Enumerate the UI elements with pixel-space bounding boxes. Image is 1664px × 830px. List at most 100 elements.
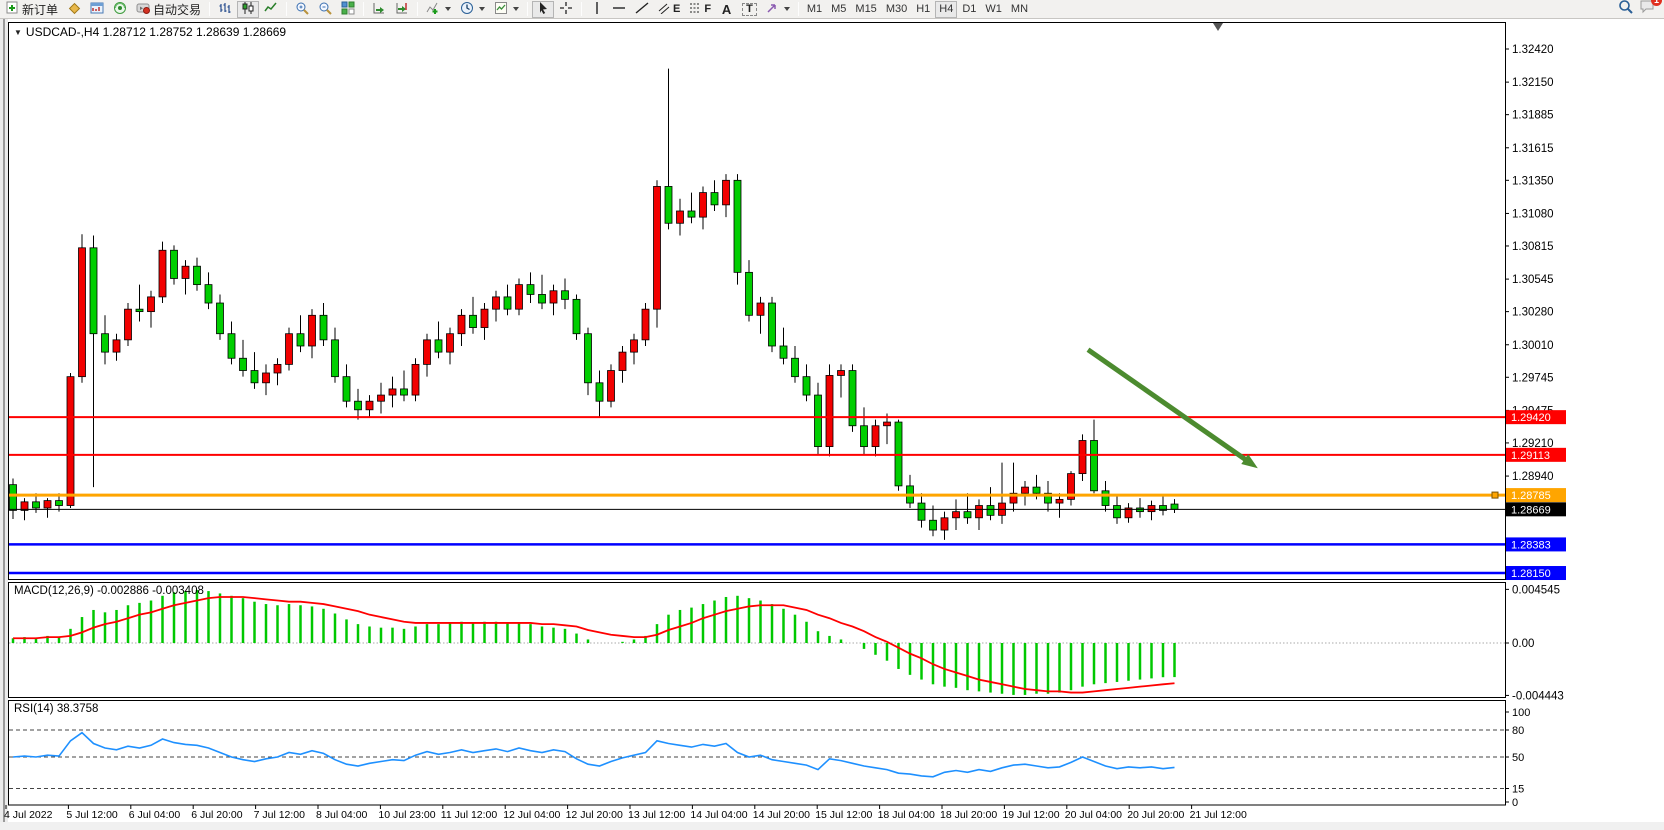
tab-timeframe-MN[interactable]: MN	[1007, 1, 1032, 18]
candle-body	[872, 426, 879, 447]
svg-text:1.30280: 1.30280	[1512, 307, 1554, 319]
macd-panel	[9, 583, 1506, 698]
trend-arrow-annotation[interactable]	[1088, 350, 1258, 469]
candle-body	[90, 248, 97, 334]
fibonacci-icon	[689, 2, 701, 17]
candle-body	[205, 285, 212, 303]
autotrading-label: 自动交易	[153, 1, 201, 18]
candle-body	[493, 297, 500, 309]
candle-body	[642, 309, 649, 340]
candle-body	[527, 285, 534, 295]
hline-handle[interactable]	[1492, 492, 1498, 498]
metaeditor-button[interactable]	[63, 1, 85, 18]
search-icon[interactable]	[1618, 0, 1633, 19]
dropdown-caret-icon	[479, 7, 485, 11]
tab-timeframe-W1[interactable]: W1	[981, 1, 1006, 18]
candle-body	[619, 352, 626, 370]
candle-body	[987, 506, 994, 516]
candle-body	[343, 377, 350, 402]
zoom-in-button[interactable]	[291, 1, 313, 18]
symbol-ohlc-title: USDCAD-,H4 1.28712 1.28752 1.28639 1.286…	[26, 25, 286, 39]
candle-body	[1079, 440, 1086, 473]
cursor-icon	[536, 1, 550, 18]
tab-timeframe-M1[interactable]: M1	[803, 1, 826, 18]
chart-menu-icon[interactable]: ▼	[14, 28, 22, 37]
dropdown-caret-icon	[513, 7, 519, 11]
tab-timeframe-M5[interactable]: M5	[827, 1, 850, 18]
auto-scroll-icon	[372, 1, 386, 18]
candle-body	[79, 248, 86, 377]
tab-timeframe-D1[interactable]: D1	[958, 1, 980, 18]
toolbar-separator	[286, 2, 287, 16]
svg-text:20 Jul 20:00: 20 Jul 20:00	[1127, 809, 1184, 821]
candle-body	[550, 291, 557, 303]
candle-body	[148, 297, 155, 312]
svg-text:0: 0	[1512, 797, 1518, 809]
zoom-out-icon	[318, 1, 332, 18]
signals-button[interactable]	[109, 1, 131, 18]
market-watch-button[interactable]	[86, 1, 108, 18]
candle-body	[366, 401, 373, 410]
line-chart-button[interactable]	[260, 1, 282, 18]
bar-chart-button[interactable]	[214, 1, 236, 18]
chart-canvas[interactable]: 1.324201.321501.318851.316151.313501.310…	[0, 19, 1664, 830]
candle-body	[780, 346, 787, 358]
svg-text:1.31350: 1.31350	[1512, 175, 1554, 187]
macd-histogram	[13, 590, 1175, 695]
zoom-out-button[interactable]	[314, 1, 336, 18]
candle-body	[1091, 440, 1098, 490]
candle-body	[125, 309, 132, 340]
svg-text:11 Jul 12:00: 11 Jul 12:00	[441, 809, 498, 821]
candle-body	[263, 373, 270, 383]
tab-timeframe-H1[interactable]: H1	[912, 1, 934, 18]
tile-windows-button[interactable]	[337, 1, 359, 18]
templates-button[interactable]	[490, 1, 523, 18]
candle-body	[159, 250, 166, 297]
channel-tool-button[interactable]: E	[654, 1, 684, 18]
fibonacci-tool-button[interactable]: F	[685, 1, 715, 18]
text-tool-letter: A	[722, 3, 731, 16]
chart-shift-button[interactable]	[391, 1, 413, 18]
svg-text:0.004545: 0.004545	[1512, 584, 1560, 596]
svg-text:1.28785: 1.28785	[1511, 490, 1551, 502]
vertical-line-tool-button[interactable]	[586, 1, 607, 18]
tab-timeframe-M30[interactable]: M30	[882, 1, 911, 18]
fibonacci-letter: F	[704, 4, 711, 15]
candle-body	[677, 211, 684, 223]
candle-body	[481, 309, 488, 327]
autotrading-button[interactable]: 自动交易	[132, 1, 205, 18]
svg-text:10 Jul 23:00: 10 Jul 23:00	[378, 809, 435, 821]
svg-text:100: 100	[1512, 707, 1530, 719]
market-watch-icon	[90, 1, 104, 18]
candle-body	[435, 340, 442, 352]
candle-body	[228, 334, 235, 359]
channel-icon	[658, 2, 670, 17]
horizontal-line-tool-button[interactable]	[608, 1, 630, 18]
periods-clock-icon	[460, 1, 474, 18]
candle-body	[746, 272, 753, 315]
candle-body	[240, 358, 247, 370]
tile-windows-icon	[341, 1, 355, 18]
cursor-button[interactable]	[532, 1, 554, 18]
shapes-tool-button[interactable]	[762, 1, 794, 18]
text-tool-button[interactable]: A	[716, 1, 737, 18]
candle-body	[217, 303, 224, 334]
toolbar-separator	[363, 2, 364, 16]
candle-chart-button[interactable]	[237, 1, 259, 18]
indicators-button[interactable]	[422, 1, 455, 18]
periods-button[interactable]	[456, 1, 489, 18]
horizontal-lines-group[interactable]: 1.294201.291131.287851.286691.283831.281…	[9, 410, 1566, 580]
candle-body	[1171, 504, 1178, 509]
tab-timeframe-H4[interactable]: H4	[935, 1, 957, 18]
auto-scroll-button[interactable]	[368, 1, 390, 18]
tab-timeframe-M15[interactable]: M15	[851, 1, 880, 18]
label-tool-button[interactable]: T	[738, 1, 761, 18]
notifications-button[interactable]: 1	[1639, 0, 1656, 19]
chart-shift-marker-icon[interactable]	[1213, 23, 1223, 31]
new-order-button[interactable]: 新订单	[2, 1, 62, 18]
candle-body	[470, 315, 477, 327]
crosshair-button[interactable]	[555, 1, 577, 18]
candle-body	[1022, 487, 1029, 493]
trendline-tool-button[interactable]	[631, 1, 653, 18]
signals-icon	[113, 1, 127, 18]
